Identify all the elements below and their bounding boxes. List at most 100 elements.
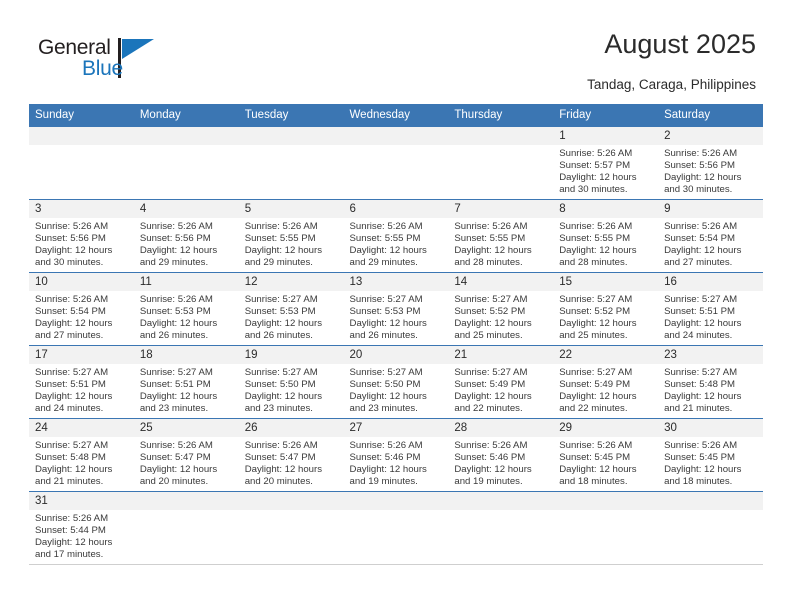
daylight-text-line1: Daylight: 12 hours: [559, 464, 637, 476]
calendar-day-cell[interactable]: 16 Sunrise: 5:27 AM Sunset: 5:51 PM Dayligh…: [658, 272, 763, 346]
daylight-text-line1: Daylight: 12 hours: [35, 318, 113, 330]
calendar-day-cell[interactable]: 6 Sunrise: 5:26 AM Sunset: 5:55 PM Daylight…: [343, 199, 449, 273]
calendar-day-cell[interactable]: 26 Sunrise: 5:26 AM Sunset: 5:47 PM Dayligh…: [238, 418, 344, 492]
sunset-text: Sunset: 5:51 PM: [664, 306, 735, 318]
day-number: 28: [448, 419, 554, 437]
calendar-day-cell[interactable]: 10 Sunrise: 5:26 AM Sunset: 5:54 PM Dayligh…: [29, 272, 134, 346]
day-sun-info: Sunrise: 5:27 AM Sunset: 5:49 PM Daylight:…: [553, 364, 658, 415]
calendar-day-cell[interactable]: 25 Sunrise: 5:26 AM Sunset: 5:47 PM Dayligh…: [133, 418, 239, 492]
calendar-day-cell[interactable]: 5 Sunrise: 5:26 AM Sunset: 5:55 PM Daylight…: [238, 199, 344, 273]
calendar-day-cell[interactable]: 8 Sunrise: 5:26 AM Sunset: 5:55 PM Daylight…: [553, 199, 659, 273]
day-box: 31 Sunrise: 5:26 AM Sunset: 5:44 PM Dayligh…: [29, 492, 134, 564]
calendar-cell-empty: [343, 491, 449, 565]
sunset-text: Sunset: 5:47 PM: [244, 452, 316, 464]
day-box: 18 Sunrise: 5:27 AM Sunset: 5:51 PM Dayligh…: [133, 346, 239, 418]
general-blue-logo: General Blue: [38, 36, 168, 88]
calendar-day-cell[interactable]: 9 Sunrise: 5:26 AM Sunset: 5:54 PM Daylight…: [658, 199, 763, 273]
daylight-text-line1: Daylight: 12 hours: [35, 537, 113, 549]
day-box: 25 Sunrise: 5:26 AM Sunset: 5:47 PM Dayligh…: [133, 419, 239, 491]
calendar-day-cell[interactable]: 13 Sunrise: 5:27 AM Sunset: 5:53 PM Dayligh…: [343, 272, 449, 346]
sunrise-text: Sunrise: 5:27 AM: [664, 294, 738, 305]
calendar-week-row: 31 Sunrise: 5:26 AM Sunset: 5:44 PM Dayligh…: [29, 491, 763, 565]
daylight-text-line2: and 30 minutes.: [664, 184, 733, 196]
daylight-text-line2: and 21 minutes.: [664, 403, 733, 415]
calendar-day-cell[interactable]: 2 Sunrise: 5:26 AM Sunset: 5:56 PM Daylight…: [658, 126, 763, 200]
daylight-text-line2: and 28 minutes.: [454, 257, 523, 269]
daylight-text-line2: and 20 minutes.: [139, 476, 209, 488]
day-box: [448, 492, 554, 564]
day-sun-info: Sunrise: 5:26 AM Sunset: 5:55 PM Daylight:…: [239, 218, 344, 269]
sunrise-text: Sunrise: 5:27 AM: [35, 440, 109, 451]
day-sun-info: Sunrise: 5:26 AM Sunset: 5:57 PM Daylight:…: [553, 145, 658, 196]
sunrise-text: Sunrise: 5:26 AM: [139, 440, 213, 451]
calendar-day-cell[interactable]: 15 Sunrise: 5:27 AM Sunset: 5:52 PM Dayligh…: [553, 272, 659, 346]
sunrise-text: Sunrise: 5:26 AM: [139, 294, 213, 305]
calendar-day-cell[interactable]: 4 Sunrise: 5:26 AM Sunset: 5:56 PM Daylight…: [133, 199, 239, 273]
calendar-day-cell[interactable]: 17 Sunrise: 5:27 AM Sunset: 5:51 PM Dayligh…: [29, 345, 134, 419]
day-number: [238, 492, 344, 510]
sunset-text: Sunset: 5:53 PM: [244, 306, 316, 318]
calendar-day-cell[interactable]: 29 Sunrise: 5:26 AM Sunset: 5:45 PM Dayligh…: [553, 418, 659, 492]
daylight-text-line1: Daylight: 12 hours: [244, 464, 323, 476]
day-sun-info: Sunrise: 5:26 AM Sunset: 5:54 PM Daylight:…: [29, 291, 134, 342]
calendar-week-row: 3 Sunrise: 5:26 AM Sunset: 5:56 PM Daylight…: [29, 199, 763, 273]
sunset-text: Sunset: 5:54 PM: [664, 233, 735, 245]
daylight-text-line2: and 26 minutes.: [139, 330, 209, 342]
calendar-day-cell[interactable]: 14 Sunrise: 5:27 AM Sunset: 5:52 PM Dayligh…: [448, 272, 554, 346]
day-sun-info: Sunrise: 5:27 AM Sunset: 5:48 PM Daylight:…: [29, 437, 134, 488]
calendar-day-cell[interactable]: 31 Sunrise: 5:26 AM Sunset: 5:44 PM Dayligh…: [29, 491, 134, 565]
sunset-text: Sunset: 5:48 PM: [35, 452, 106, 464]
day-number: [133, 127, 239, 145]
calendar-cell-empty: [29, 126, 134, 200]
daylight-text-line1: Daylight: 12 hours: [454, 318, 532, 330]
calendar-day-cell[interactable]: 30 Sunrise: 5:26 AM Sunset: 5:45 PM Dayligh…: [658, 418, 763, 492]
day-box: 5 Sunrise: 5:26 AM Sunset: 5:55 PM Daylight…: [238, 200, 344, 272]
daylight-text-line1: Daylight: 12 hours: [559, 172, 637, 184]
sunrise-text: Sunrise: 5:26 AM: [559, 221, 633, 232]
calendar-day-cell[interactable]: 27 Sunrise: 5:26 AM Sunset: 5:46 PM Dayligh…: [343, 418, 449, 492]
calendar-day-cell[interactable]: 24 Sunrise: 5:27 AM Sunset: 5:48 PM Dayligh…: [29, 418, 134, 492]
page-subtitle-location: Tandag, Caraga, Philippines: [587, 77, 756, 92]
calendar-day-cell[interactable]: 23 Sunrise: 5:27 AM Sunset: 5:48 PM Dayligh…: [658, 345, 763, 419]
sunrise-text: Sunrise: 5:26 AM: [454, 221, 528, 232]
day-box: 13 Sunrise: 5:27 AM Sunset: 5:53 PM Dayligh…: [343, 273, 449, 345]
day-number: 11: [133, 273, 239, 291]
calendar-day-cell[interactable]: 19 Sunrise: 5:27 AM Sunset: 5:50 PM Dayligh…: [238, 345, 344, 419]
day-box: 7 Sunrise: 5:26 AM Sunset: 5:55 PM Daylight…: [448, 200, 554, 272]
day-sun-info: Sunrise: 5:27 AM Sunset: 5:51 PM Daylight:…: [658, 291, 763, 342]
day-box: 24 Sunrise: 5:27 AM Sunset: 5:48 PM Dayligh…: [29, 419, 134, 491]
daylight-text-line1: Daylight: 12 hours: [559, 318, 637, 330]
day-sun-info: Sunrise: 5:27 AM Sunset: 5:48 PM Daylight:…: [658, 364, 763, 415]
sunset-text: Sunset: 5:55 PM: [244, 233, 316, 245]
day-number: 7: [448, 200, 554, 218]
calendar-day-cell[interactable]: 20 Sunrise: 5:27 AM Sunset: 5:50 PM Dayligh…: [343, 345, 449, 419]
calendar-day-cell[interactable]: 11 Sunrise: 5:26 AM Sunset: 5:53 PM Dayligh…: [133, 272, 239, 346]
day-box: 19 Sunrise: 5:27 AM Sunset: 5:50 PM Dayligh…: [238, 346, 344, 418]
calendar-cell-empty: [553, 491, 659, 565]
calendar-day-cell[interactable]: 1 Sunrise: 5:26 AM Sunset: 5:57 PM Daylight…: [553, 126, 659, 200]
calendar-day-cell[interactable]: 7 Sunrise: 5:26 AM Sunset: 5:55 PM Daylight…: [448, 199, 554, 273]
day-box: 3 Sunrise: 5:26 AM Sunset: 5:56 PM Daylight…: [29, 200, 134, 272]
calendar-day-cell[interactable]: 12 Sunrise: 5:27 AM Sunset: 5:53 PM Dayligh…: [238, 272, 344, 346]
calendar-day-cell[interactable]: 22 Sunrise: 5:27 AM Sunset: 5:49 PM Dayligh…: [553, 345, 659, 419]
daylight-text-line2: and 22 minutes.: [454, 403, 523, 415]
calendar-cell-empty: [238, 126, 344, 200]
calendar-day-cell[interactable]: 28 Sunrise: 5:26 AM Sunset: 5:46 PM Dayligh…: [448, 418, 554, 492]
calendar-day-cell[interactable]: 3 Sunrise: 5:26 AM Sunset: 5:56 PM Daylight…: [29, 199, 134, 273]
day-sun-info: Sunrise: 5:27 AM Sunset: 5:52 PM Daylight:…: [448, 291, 553, 342]
day-box: 8 Sunrise: 5:26 AM Sunset: 5:55 PM Daylight…: [553, 200, 659, 272]
day-number: [343, 127, 449, 145]
day-number: 4: [133, 200, 239, 218]
sunrise-text: Sunrise: 5:26 AM: [349, 440, 423, 451]
sunrise-text: Sunrise: 5:27 AM: [664, 367, 738, 378]
calendar-week-row: 1 Sunrise: 5:26 AM Sunset: 5:57 PM Daylight…: [29, 126, 763, 200]
calendar-day-cell[interactable]: 18 Sunrise: 5:27 AM Sunset: 5:51 PM Dayligh…: [133, 345, 239, 419]
calendar-day-cell[interactable]: 21 Sunrise: 5:27 AM Sunset: 5:49 PM Dayligh…: [448, 345, 554, 419]
day-sun-info: Sunrise: 5:27 AM Sunset: 5:52 PM Daylight:…: [553, 291, 658, 342]
logo-triangle-icon: [122, 39, 154, 59]
day-number: 27: [343, 419, 449, 437]
daylight-text-line2: and 24 minutes.: [664, 330, 733, 342]
day-box: 23 Sunrise: 5:27 AM Sunset: 5:48 PM Dayligh…: [658, 346, 763, 418]
calendar-cell-empty: [133, 126, 239, 200]
daylight-text-line2: and 25 minutes.: [454, 330, 523, 342]
